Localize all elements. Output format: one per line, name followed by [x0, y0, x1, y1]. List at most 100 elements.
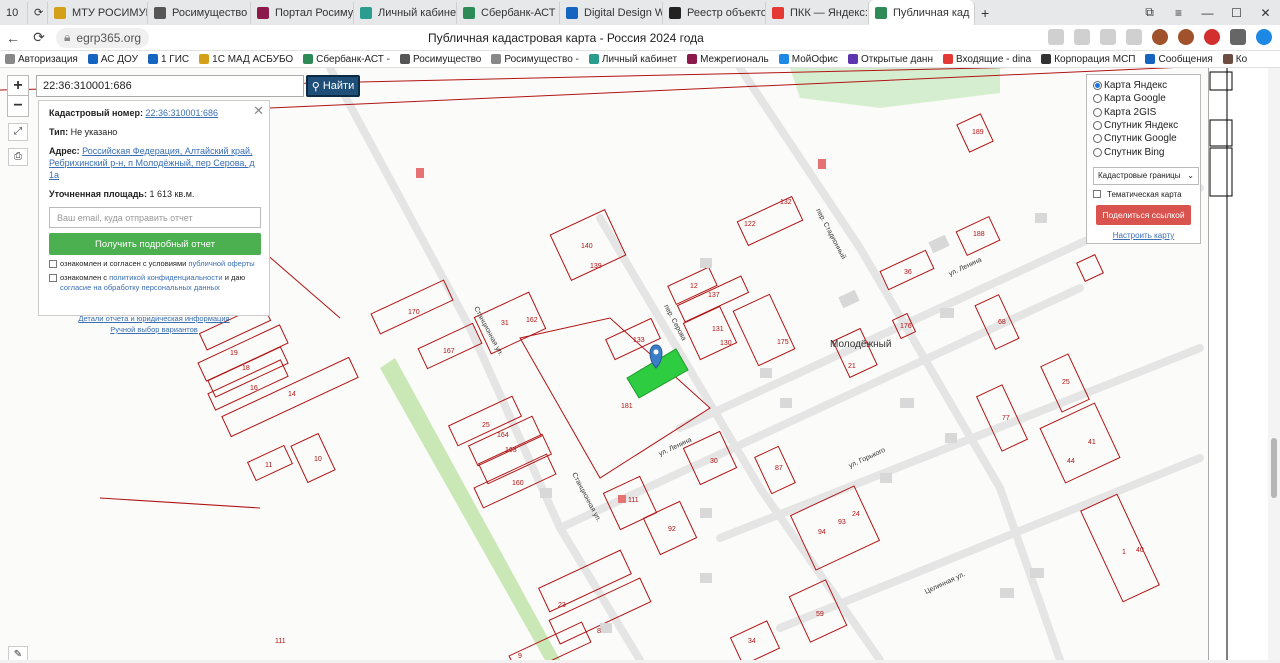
ruler-icon[interactable]: ✎ [8, 646, 28, 660]
boundary-select[interactable]: Кадастровые границы ⌄ [1093, 166, 1199, 185]
adblock-icon[interactable] [1204, 29, 1220, 45]
bookmark-item[interactable]: Ко [1218, 54, 1252, 65]
radio-icon[interactable] [1093, 107, 1102, 117]
download-icon[interactable] [1256, 29, 1272, 45]
email-input[interactable]: Ваш email, куда отправить отчет [49, 207, 261, 228]
tab-counter[interactable]: 10 [0, 1, 28, 24]
extension-icon[interactable] [1230, 29, 1246, 45]
bookmark-favicon [847, 54, 858, 64]
extensions-icon[interactable] [1048, 29, 1064, 45]
parcel-label: 111 [275, 638, 286, 645]
close-icon[interactable]: ✕ [253, 103, 264, 119]
back-history-button[interactable]: ⟳ [28, 1, 48, 24]
back-arrow-icon[interactable]: ← [0, 30, 26, 46]
page-title: Публичная кадастровая карта - Россия 202… [428, 31, 704, 45]
url-field[interactable]: 🔒︎ egrp365.org [56, 27, 150, 48]
parcel-label: 36 [904, 269, 912, 276]
bookmark-item[interactable]: Сообщения [1140, 54, 1217, 65]
cadastral-search-input[interactable]: 22:36:310001:686 [36, 75, 304, 97]
offer-checkbox[interactable] [49, 260, 57, 268]
bookmark-item[interactable]: 1С МАД АСБУБО [194, 54, 298, 65]
zoom-in-button[interactable]: + [7, 75, 29, 97]
zoom-out-button[interactable]: − [7, 95, 29, 117]
radio-icon[interactable] [1093, 121, 1102, 131]
reader-icon[interactable] [1100, 29, 1116, 45]
bookmark-icon[interactable] [1126, 29, 1142, 45]
parcel-label: 139 [590, 263, 602, 270]
layer-option[interactable]: Спутник Bing [1093, 145, 1194, 158]
layer-option-label: Карта 2GIS [1104, 106, 1157, 118]
parcel-label: 30 [710, 458, 718, 465]
bookmark-item[interactable]: АС ДОУ [83, 54, 143, 65]
reload-icon[interactable]: ⟳ [26, 29, 52, 46]
tab-2[interactable]: Росимущество [148, 1, 251, 24]
bookmark-label: АС ДОУ [100, 53, 138, 65]
bookmark-item[interactable]: Открытые данн [843, 54, 938, 65]
screenshot-icon[interactable] [1074, 29, 1090, 45]
scrollbar-thumb[interactable] [1271, 438, 1277, 498]
bookmark-item[interactable]: Росимущество [395, 54, 486, 65]
privacy-link[interactable]: политикой конфиденциальности [109, 273, 222, 282]
bookmark-item[interactable]: Личный кабинет [584, 54, 682, 65]
offer-link[interactable]: публичной оферты [188, 259, 254, 268]
minimize-icon[interactable]: — [1193, 6, 1222, 20]
parcel-label: 68 [998, 319, 1006, 326]
bookmark-item[interactable]: Входящие - dinа [938, 54, 1036, 65]
profile2-icon[interactable] [1178, 29, 1194, 45]
bookmark-item[interactable]: МойОфис [774, 54, 843, 65]
radio-icon[interactable] [1093, 81, 1102, 91]
get-report-button[interactable]: Получить подробный отчет [49, 233, 261, 255]
bookmark-item[interactable]: 1 ГИС [143, 54, 194, 65]
layer-option[interactable]: Спутник Яндекс [1093, 119, 1194, 132]
parcel-label: 25 [482, 422, 490, 429]
layer-option[interactable]: Спутник Google [1093, 132, 1194, 145]
search-button[interactable]: ⚲ Найти [306, 75, 360, 97]
place-name: Молодёжный [830, 339, 891, 350]
tab-7[interactable]: Реестр объектов [663, 1, 766, 24]
privacy-checkbox[interactable] [49, 274, 57, 282]
close-window-icon[interactable]: ✕ [1251, 6, 1280, 20]
tab-8[interactable]: ПКК — Яндекс: на [766, 1, 869, 24]
red-building-1 [416, 168, 424, 178]
tab-3[interactable]: Портал Росиму [251, 1, 354, 24]
tab-5[interactable]: Сбербанк-АСТ - [457, 1, 560, 24]
tab-9-active[interactable]: Публичная кад✕ [869, 0, 975, 25]
layer-option[interactable]: Карта Google [1093, 92, 1194, 105]
layer-option[interactable]: Карта Яндекс [1093, 79, 1194, 92]
tab-6[interactable]: Digital Design We [560, 1, 663, 24]
maximize-icon[interactable]: ☐ [1222, 6, 1251, 20]
consent-link[interactable]: согласие на обработку персональных данны… [60, 283, 220, 292]
bookmark-item[interactable]: Авторизация [0, 54, 83, 65]
bookmark-favicon [778, 54, 789, 64]
tab-4[interactable]: Личный кабинет [354, 1, 457, 24]
thematic-checkbox-row[interactable]: Тематическая карта [1093, 190, 1194, 199]
bookmark-item[interactable]: Межрегиональ [682, 54, 774, 65]
page-scrollbar[interactable] [1268, 68, 1280, 660]
bookmark-item[interactable]: Сбербанк-АСТ - [298, 54, 395, 65]
tab-search-icon[interactable]: ⧉ [1135, 5, 1164, 20]
details-link[interactable]: Детали отчета и юридическая информация [49, 313, 259, 324]
map-canvas[interactable]: 140 139 170 167 31 162 12 137 131 130 17… [0, 68, 1208, 660]
radio-icon[interactable] [1093, 94, 1102, 104]
bookmark-item[interactable]: Росимущество - [486, 54, 584, 65]
bookmark-item[interactable]: Корпорация МСП [1036, 54, 1140, 65]
thematic-checkbox[interactable] [1093, 190, 1101, 199]
layer-option[interactable]: Карта 2GIS [1093, 106, 1194, 119]
parcel-label: 11 [265, 462, 272, 469]
parcel-label: 94 [818, 529, 826, 536]
radio-icon[interactable] [1093, 147, 1102, 157]
radio-icon[interactable] [1093, 134, 1102, 144]
print-icon[interactable]: ⎙ [8, 148, 28, 166]
green-strip [380, 358, 560, 660]
green-area [790, 68, 1000, 108]
tab-1[interactable]: МТУ РОСИМУЩЕ [48, 1, 148, 24]
customize-link[interactable]: Настроить карту [1093, 231, 1194, 240]
new-tab-button[interactable]: + [975, 2, 1001, 24]
profile-icon[interactable] [1152, 29, 1168, 45]
manual-link[interactable]: Ручной выбор вариантов [49, 324, 259, 335]
cadastral-link[interactable]: 22:36:310001:686 [145, 108, 218, 118]
fullscreen-icon[interactable]: ⤢ [8, 123, 28, 141]
address-link[interactable]: Российская Федерация, Алтайский край, Ре… [49, 146, 255, 180]
menu-icon[interactable]: ≡ [1164, 6, 1193, 20]
share-button[interactable]: Поделиться ссылкой [1096, 204, 1191, 225]
